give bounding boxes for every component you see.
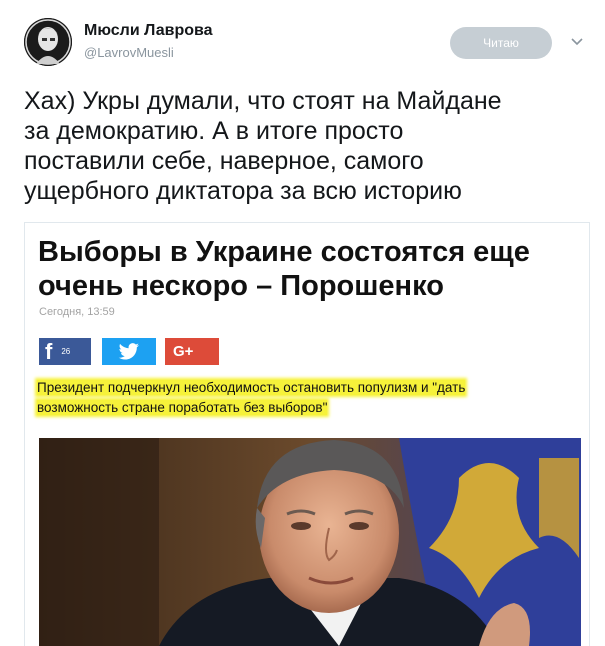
chevron-down-icon[interactable]	[570, 37, 584, 47]
facebook-share-button[interactable]: f 26	[39, 338, 91, 365]
tweet-text-line: ущербного диктатора за всю историю	[24, 177, 462, 205]
article-headline-line: Выборы в Украине состоятся еще	[38, 236, 530, 268]
article-lead: Президент подчеркнул необходимость остан…	[37, 378, 587, 418]
tweet-text: Хах) Укры думали, что стоят на Майдане з…	[24, 86, 584, 206]
article-photo	[39, 438, 581, 646]
tweet-card: Мюсли Лаврова @LavrovMuesli Читаю Хах) У…	[0, 0, 605, 646]
article-photo-portrait	[39, 438, 581, 646]
google-plus-icon: G+	[173, 343, 194, 360]
avatar-portrait	[24, 18, 72, 66]
attached-article-image[interactable]: Выборы в Украине состоятся еще очень нес…	[24, 222, 590, 646]
follow-button[interactable]: Читаю	[450, 27, 552, 59]
highlighted-lead-line: возможность стране поработать без выборо…	[37, 400, 328, 415]
avatar[interactable]	[24, 18, 72, 66]
tweet-text-line: поставили себе, наверное, самого	[24, 147, 424, 175]
article-date: Сегодня, 13:59	[39, 306, 115, 318]
article-headline-line: очень нескоро – Порошенко	[38, 270, 444, 302]
article-headline: Выборы в Украине состоятся еще очень нес…	[38, 235, 578, 303]
author-handle[interactable]: @LavrovMuesli	[84, 45, 174, 60]
facebook-share-count: 26	[61, 347, 71, 356]
facebook-icon: f	[45, 339, 53, 364]
twitter-share-button[interactable]	[102, 338, 156, 365]
author-name[interactable]: Мюсли Лаврова	[84, 22, 213, 40]
twitter-bird-icon	[118, 342, 139, 360]
tweet-text-line: Хах) Укры думали, что стоят на Майдане	[24, 87, 502, 115]
tweet-text-line: за демократию. А в итоге просто	[24, 117, 404, 145]
google-plus-share-button[interactable]: G+	[165, 338, 219, 365]
highlighted-lead-line: Президент подчеркнул необходимость остан…	[37, 380, 466, 395]
